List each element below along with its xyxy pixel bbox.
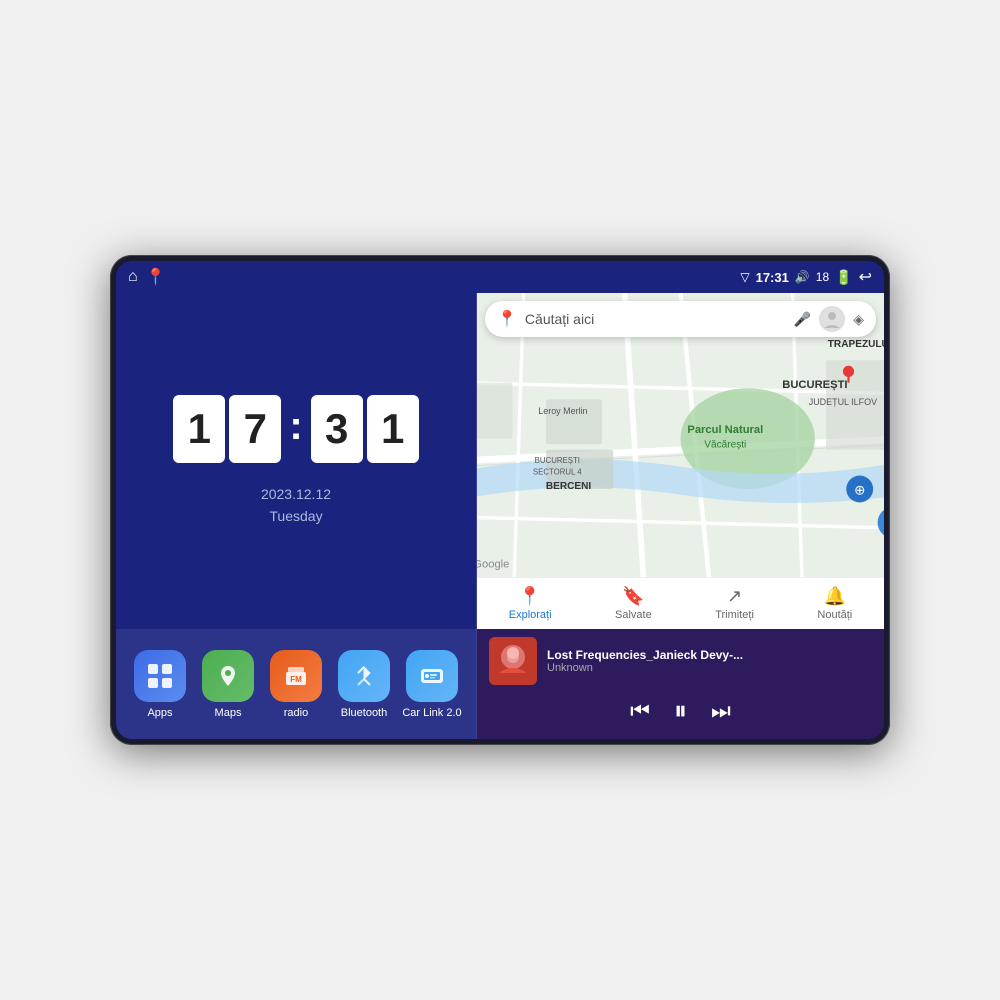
music-player: Lost Frequencies_Janieck Devy-... Unknow… xyxy=(477,629,884,739)
carlink-label: Car Link 2.0 xyxy=(402,707,461,719)
minute-tens-digit: 3 xyxy=(311,395,363,463)
music-controls: ⏮ ⏸ ⏭ xyxy=(489,691,872,731)
map-area[interactable]: Parcul Natural Văcărești BUCUREȘTI JUDEȚ… xyxy=(477,293,884,629)
next-button[interactable]: ⏭ xyxy=(711,698,731,724)
album-art xyxy=(489,637,537,685)
home-icon[interactable]: ⌂ xyxy=(128,268,138,286)
prev-button[interactable]: ⏮ xyxy=(630,698,650,724)
map-nav-saved[interactable]: 🔖 Salvate xyxy=(615,586,652,621)
music-artist: Unknown xyxy=(547,662,872,674)
album-art-inner xyxy=(489,637,537,685)
status-bar: ⌂ 📍 ▽ 17:31 🔊 18 🔋 ↩ xyxy=(116,261,884,293)
clock-colon: : xyxy=(289,404,302,449)
svg-text:JUDEȚUL ILFOV: JUDEȚUL ILFOV xyxy=(809,397,877,407)
news-icon: 🔔 xyxy=(824,586,846,607)
saved-label: Salvate xyxy=(615,609,652,621)
explore-icon: 📍 xyxy=(519,586,541,607)
bluetooth-label: Bluetooth xyxy=(341,707,387,719)
time-display: 17:31 xyxy=(756,270,789,285)
status-bar-right: ▽ 17:31 🔊 18 🔋 ↩ xyxy=(740,267,872,287)
clock-section: 1 7 : 3 1 2023.12.12 Tuesday xyxy=(116,293,476,629)
signal-icon: ▽ xyxy=(740,270,749,284)
left-panel: 1 7 : 3 1 2023.12.12 Tuesday xyxy=(116,293,476,739)
car-head-unit: ⌂ 📍 ▽ 17:31 🔊 18 🔋 ↩ 1 xyxy=(110,255,890,745)
maps-label: Maps xyxy=(215,707,242,719)
maps-status-icon[interactable]: 📍 xyxy=(146,267,166,287)
music-top: Lost Frequencies_Janieck Devy-... Unknow… xyxy=(489,637,872,685)
map-nav-explore[interactable]: 📍 Explorați xyxy=(509,586,552,621)
map-bottom-nav: 📍 Explorați 🔖 Salvate ↗ Trimiteți 🔔 xyxy=(477,577,884,629)
day-value: Tuesday xyxy=(261,505,331,527)
status-bar-left: ⌂ 📍 xyxy=(128,267,166,287)
app-item-carlink[interactable]: Car Link 2.0 xyxy=(402,650,462,719)
app-item-maps[interactable]: Maps xyxy=(198,650,258,719)
right-panel: Parcul Natural Văcărești BUCUREȘTI JUDEȚ… xyxy=(477,293,884,739)
svg-text:Google: Google xyxy=(477,558,509,570)
date-value: 2023.12.12 xyxy=(261,483,331,505)
device-screen: ⌂ 📍 ▽ 17:31 🔊 18 🔋 ↩ 1 xyxy=(116,261,884,739)
carlink-icon xyxy=(406,650,458,702)
app-item-apps[interactable]: Apps xyxy=(130,650,190,719)
svg-text:TRAPEZULUI: TRAPEZULUI xyxy=(828,339,884,350)
bluetooth-icon xyxy=(338,650,390,702)
map-pin-icon: 📍 xyxy=(497,309,517,329)
map-nav-share[interactable]: ↗ Trimiteți xyxy=(715,586,754,621)
volume-icon: 🔊 xyxy=(795,270,810,284)
news-label: Noutăți xyxy=(817,609,852,621)
map-nav-news[interactable]: 🔔 Noutăți xyxy=(817,586,852,621)
svg-text:⊕: ⊕ xyxy=(854,483,865,498)
mic-icon[interactable]: 🎤 xyxy=(794,311,811,328)
map-search-bar[interactable]: 📍 Căutați aici 🎤 ◈ xyxy=(485,301,876,337)
share-icon: ↗ xyxy=(727,586,742,607)
app-item-bluetooth[interactable]: Bluetooth xyxy=(334,650,394,719)
maps-app-icon xyxy=(202,650,254,702)
app-item-radio[interactable]: FM radio xyxy=(266,650,326,719)
apps-icon xyxy=(134,650,186,702)
minute-ones-digit: 1 xyxy=(367,395,419,463)
apps-label: Apps xyxy=(147,707,172,719)
clock-display: 1 7 : 3 1 xyxy=(173,395,418,463)
radio-icon: FM xyxy=(270,650,322,702)
volume-level: 18 xyxy=(816,270,829,284)
svg-text:BUCUREȘTI: BUCUREȘTI xyxy=(782,379,847,391)
svg-text:FM: FM xyxy=(290,675,302,684)
play-pause-button[interactable]: ⏸ xyxy=(674,695,687,727)
svg-text:Văcărești: Văcărești xyxy=(704,440,746,451)
svg-text:BUCUREȘTI: BUCUREȘTI xyxy=(535,456,580,465)
hours-group: 1 7 xyxy=(173,395,281,463)
main-content: 1 7 : 3 1 2023.12.12 Tuesday xyxy=(116,293,884,739)
share-label: Trimiteți xyxy=(715,609,754,621)
radio-label: radio xyxy=(284,707,308,719)
battery-icon: 🔋 xyxy=(835,269,852,286)
clock-date: 2023.12.12 Tuesday xyxy=(261,483,331,528)
hour-ones-digit: 7 xyxy=(229,395,281,463)
hour-tens-digit: 1 xyxy=(173,395,225,463)
music-title: Lost Frequencies_Janieck Devy-... xyxy=(547,648,872,662)
saved-icon: 🔖 xyxy=(622,586,644,607)
minutes-group: 3 1 xyxy=(311,395,419,463)
svg-text:Leroy Merlin: Leroy Merlin xyxy=(538,406,587,416)
svg-text:BERCENI: BERCENI xyxy=(546,481,592,492)
music-info: Lost Frequencies_Janieck Devy-... Unknow… xyxy=(547,648,872,674)
svg-text:Parcul Natural: Parcul Natural xyxy=(687,424,763,436)
layers-icon[interactable]: ◈ xyxy=(853,311,864,328)
explore-label: Explorați xyxy=(509,609,552,621)
svg-text:SECTORUL 4: SECTORUL 4 xyxy=(533,467,582,476)
app-bar: Apps Maps xyxy=(116,629,476,739)
map-search-text[interactable]: Căutați aici xyxy=(525,311,786,327)
user-avatar[interactable] xyxy=(819,306,845,332)
map-search-actions: 🎤 ◈ xyxy=(794,306,864,332)
back-icon[interactable]: ↩ xyxy=(859,267,872,287)
